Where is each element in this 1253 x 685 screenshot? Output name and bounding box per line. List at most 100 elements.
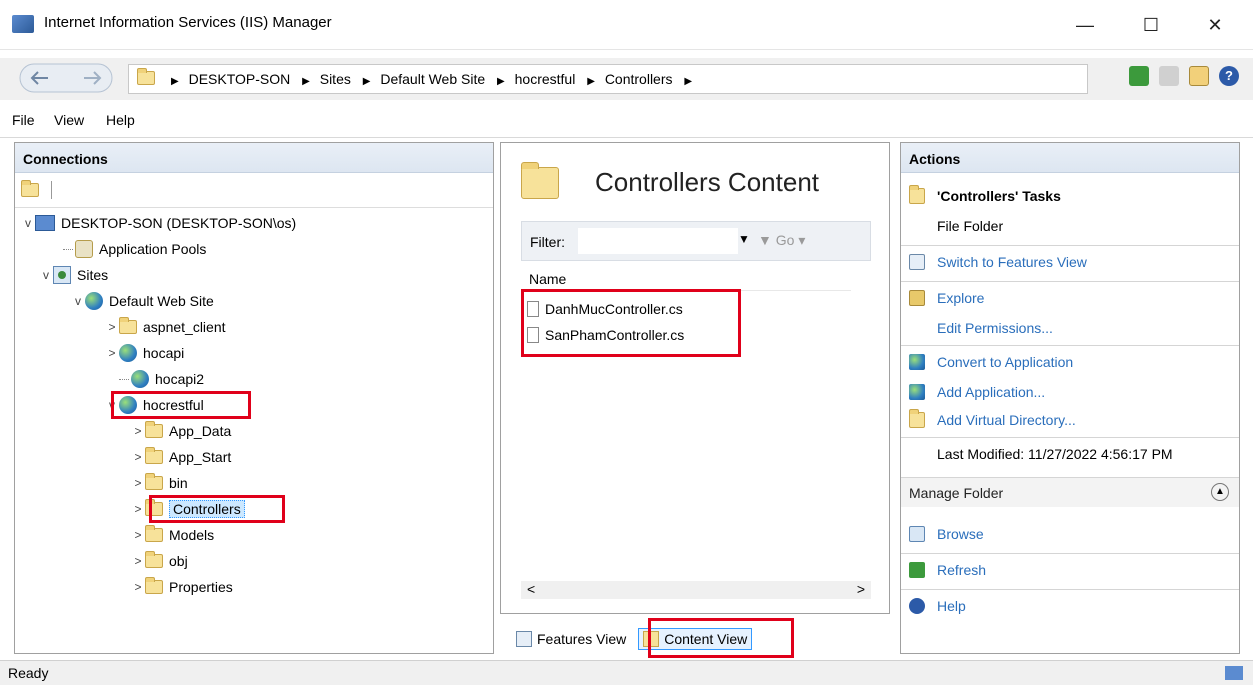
chevron-right-icon[interactable]: > — [131, 450, 145, 464]
tree-node-properties[interactable]: > Properties — [131, 575, 233, 599]
chevron-down-icon[interactable]: ▼ — [738, 232, 750, 246]
link-label: Switch to Features View — [937, 254, 1087, 270]
chevron-right-icon[interactable]: > — [131, 476, 145, 490]
help-icon[interactable]: ? — [1219, 66, 1239, 86]
chevron-right-icon[interactable]: > — [131, 424, 145, 438]
convert-to-application-link[interactable]: Convert to Application — [909, 351, 1073, 373]
chevron-down-icon[interactable]: v — [21, 216, 35, 230]
breadcrumb-controllers[interactable]: Controllers — [605, 71, 673, 87]
manage-folder-section[interactable]: Manage Folder ▲ — [901, 477, 1239, 507]
tree-label: aspnet_client — [143, 319, 226, 335]
close-button[interactable]: ✕ — [1192, 10, 1238, 40]
collapse-icon[interactable]: ▲ — [1211, 483, 1229, 501]
add-application-link[interactable]: Add Application... — [909, 381, 1045, 403]
breadcrumb-sites[interactable]: Sites — [320, 71, 351, 87]
title-bar: Internet Information Services (IIS) Mana… — [0, 0, 1253, 50]
folder-icon — [145, 447, 163, 464]
list-item[interactable]: SanPhamController.cs — [527, 323, 684, 347]
edit-permissions-link[interactable]: Edit Permissions... — [937, 317, 1053, 339]
tree-node-aspnet-client[interactable]: > aspnet_client — [105, 315, 226, 339]
menu-file[interactable]: File — [12, 112, 35, 128]
tree-node-sites[interactable]: v Sites — [39, 263, 108, 287]
tree-node-models[interactable]: > Models — [131, 523, 214, 547]
tree-node-default-web-site[interactable]: v Default Web Site — [71, 289, 214, 313]
switch-features-view-link[interactable]: Switch to Features View — [909, 251, 1087, 273]
folder-icon — [145, 525, 163, 542]
chevron-right-icon: ▶ — [362, 76, 371, 87]
link-label: Convert to Application — [937, 354, 1074, 370]
refresh-link[interactable]: Refresh — [909, 559, 986, 581]
scroll-right-icon[interactable]: > — [857, 581, 865, 597]
link-label: Help — [937, 598, 966, 614]
scroll-left-icon[interactable]: < — [527, 581, 535, 597]
folder-icon — [145, 577, 163, 594]
stop-icon[interactable] — [1159, 66, 1179, 86]
chevron-down-icon[interactable]: v — [39, 268, 53, 282]
filter-input[interactable] — [578, 228, 738, 254]
menu-help[interactable]: Help — [106, 112, 135, 128]
address-bar: ▶ DESKTOP-SON ▶ Sites ▶ Default Web Site… — [0, 58, 1253, 100]
go-button[interactable]: ▼ Go ▾ — [758, 232, 805, 249]
tree-node-application-pools[interactable]: Application Pools — [63, 237, 206, 261]
menu-view[interactable]: View — [54, 112, 84, 128]
refresh-icon — [909, 562, 925, 578]
folder-large-icon — [521, 162, 559, 199]
explore-icon — [909, 290, 925, 306]
chevron-right-icon[interactable]: > — [131, 554, 145, 568]
chevron-right-icon[interactable]: > — [105, 346, 119, 360]
refresh-icon[interactable] — [1129, 66, 1149, 86]
breadcrumb[interactable]: ▶ DESKTOP-SON ▶ Sites ▶ Default Web Site… — [128, 64, 1088, 94]
file-name: SanPhamController.cs — [545, 327, 685, 343]
tree-label: bin — [169, 475, 188, 491]
tree-node-obj[interactable]: > obj — [131, 549, 188, 573]
tree-label: obj — [169, 553, 188, 569]
sites-icon — [53, 266, 71, 284]
server-status-icon — [1225, 666, 1243, 680]
help-link[interactable]: Help — [909, 595, 966, 617]
tab-features-view[interactable]: Features View — [512, 629, 630, 649]
divider — [901, 437, 1239, 438]
tree-node-server[interactable]: v DESKTOP-SON (DESKTOP-SON\os) — [21, 211, 296, 235]
tree-node-controllers[interactable]: > Controllers — [131, 497, 245, 521]
last-modified-label: Last Modified: 11/27/2022 4:56:17 PM — [937, 446, 1173, 462]
chevron-right-icon[interactable]: > — [131, 502, 145, 516]
link-label: Edit Permissions... — [937, 320, 1053, 336]
breadcrumb-desktop-son[interactable]: DESKTOP-SON — [189, 71, 291, 87]
link-label: Add Application... — [937, 384, 1046, 400]
minimize-button[interactable]: — — [1062, 10, 1108, 40]
tree-node-hocrestful[interactable]: v hocrestful — [105, 393, 204, 417]
file-folder-label: File Folder — [937, 218, 1004, 234]
browse-link[interactable]: Browse — [909, 523, 984, 545]
chevron-right-icon[interactable]: > — [131, 580, 145, 594]
application-icon — [909, 384, 925, 400]
tree-label: Default Web Site — [109, 293, 214, 309]
file-icon — [527, 301, 539, 317]
chevron-right-icon[interactable]: > — [105, 320, 119, 334]
maximize-button[interactable]: ☐ — [1128, 10, 1174, 40]
tab-label: Content View — [664, 631, 748, 647]
server-icon — [35, 215, 55, 231]
add-virtual-directory-link[interactable]: Add Virtual Directory... — [909, 409, 1076, 431]
breadcrumb-default-web-site[interactable]: Default Web Site — [380, 71, 485, 87]
chevron-right-icon[interactable]: > — [131, 528, 145, 542]
chevron-down-icon[interactable]: v — [71, 294, 85, 308]
explore-link[interactable]: Explore — [909, 287, 984, 309]
tab-content-view[interactable]: Content View — [638, 628, 753, 650]
tree-node-bin[interactable]: > bin — [131, 471, 188, 495]
chevron-right-icon: ▶ — [684, 76, 693, 87]
new-connection-icon[interactable] — [21, 180, 39, 197]
horizontal-scrollbar[interactable]: < > — [521, 581, 871, 599]
tree-node-hocapi2[interactable]: hocapi2 — [119, 367, 204, 391]
application-icon — [909, 354, 925, 370]
column-header-name[interactable]: Name — [521, 261, 851, 291]
tree-node-hocapi[interactable]: > hocapi — [105, 341, 184, 365]
list-item[interactable]: DanhMucController.cs — [527, 297, 683, 321]
back-forward-icon[interactable] — [18, 62, 114, 94]
tree-node-app-data[interactable]: > App_Data — [131, 419, 231, 443]
tree-node-app-start[interactable]: > App_Start — [131, 445, 231, 469]
chevron-down-icon[interactable]: v — [105, 398, 119, 412]
toolbar-icons: ? — [1129, 66, 1239, 86]
breadcrumb-hocrestful[interactable]: hocrestful — [515, 71, 576, 87]
browse-icon — [909, 526, 925, 542]
home-icon[interactable] — [1189, 66, 1209, 86]
